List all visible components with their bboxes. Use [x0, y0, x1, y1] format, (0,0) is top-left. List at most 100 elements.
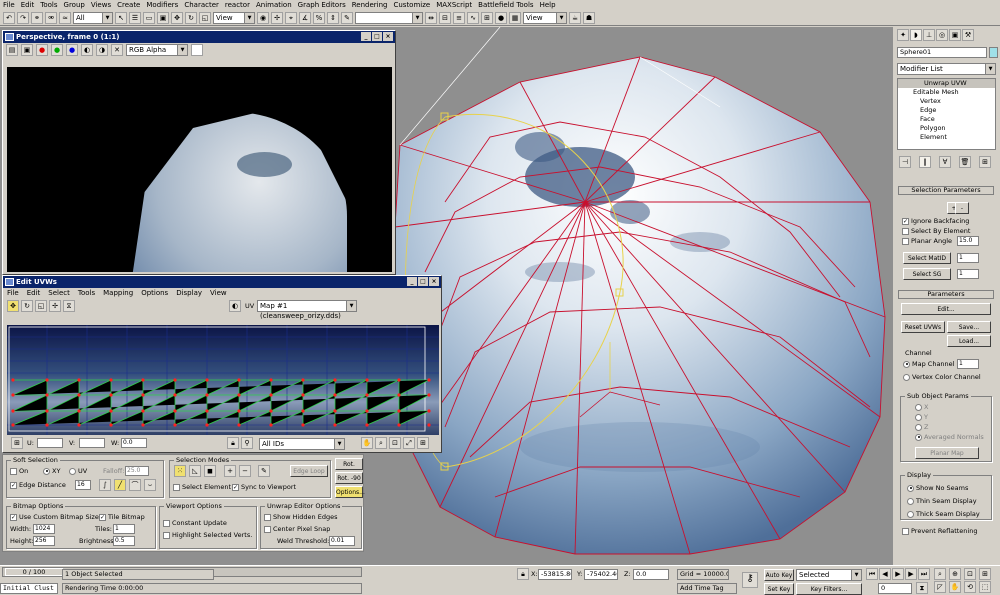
select-by-name-icon[interactable]: ☰ [129, 11, 141, 24]
ref-coord-system-select[interactable]: View [213, 11, 255, 24]
perspective-viewport[interactable]: Perspective, frame 0 (1:1) _ □ × ▤ ▣ ● ●… [0, 27, 893, 565]
rotate-icon[interactable]: ↻ [21, 300, 33, 312]
undo-icon[interactable]: ↶ [3, 11, 15, 24]
menu-modifiers[interactable]: Modifiers [143, 1, 181, 9]
pin-stack-icon[interactable]: ⊣ [899, 156, 911, 168]
uvw-menu-options[interactable]: Options [137, 289, 172, 297]
shrink-selection-button[interactable]: - [955, 202, 969, 214]
zoom-region-icon[interactable]: ⊡ [389, 437, 401, 449]
z-radio[interactable]: Z [915, 423, 928, 431]
play-icon[interactable]: ▶ [892, 568, 904, 580]
menu-customize[interactable]: Customize [390, 1, 433, 9]
rect-selection-icon[interactable]: ▭ [143, 11, 155, 24]
select-scale-icon[interactable]: ◱ [199, 11, 211, 24]
load-button[interactable]: Load... [947, 335, 991, 347]
expand-selection-icon[interactable]: + [224, 465, 236, 477]
field-of-view-icon[interactable]: ◸ [934, 581, 946, 593]
unlink-icon[interactable]: ⚮ [45, 11, 57, 24]
material-editor-icon[interactable]: ● [495, 11, 507, 24]
add-time-tag[interactable]: Add Time Tag [677, 583, 737, 594]
constant-update-checkbox[interactable]: Constant Update [163, 519, 227, 527]
object-name-field[interactable]: Sphere01 [897, 47, 987, 58]
selection-filter-select[interactable]: All [73, 11, 113, 24]
select-element-checkbox[interactable]: Select Element [173, 483, 231, 491]
save-button[interactable]: Save... [947, 321, 991, 333]
center-pixel-snap-checkbox[interactable]: Center Pixel Snap [264, 525, 330, 533]
configure-sets-icon[interactable]: ⊞ [979, 156, 991, 168]
thin-seam-display-radio[interactable]: Thin Seam Display [907, 497, 977, 505]
matid-field[interactable]: 1 [957, 253, 979, 263]
snaps-toggle-icon[interactable]: ⌖ [285, 11, 297, 24]
menu-maxscript[interactable]: MAXScript [433, 1, 475, 9]
uvw-menu-mapping[interactable]: Mapping [99, 289, 137, 297]
uvw-menu-display[interactable]: Display [172, 289, 206, 297]
paint-select-icon[interactable]: ✎ [258, 465, 270, 477]
manipulate-icon[interactable]: ✢ [271, 11, 283, 24]
freeform-icon[interactable]: ✢ [49, 300, 61, 312]
color-swatch[interactable] [191, 44, 203, 56]
mirror-icon[interactable]: ⇹ [425, 11, 437, 24]
xy-radio[interactable]: XY [43, 467, 60, 475]
falloff-fast-icon[interactable]: ⌣ [144, 479, 156, 491]
schematic-view-icon[interactable]: ⊞ [481, 11, 493, 24]
go-to-end-icon[interactable]: ⏭ [918, 568, 930, 580]
menu-views[interactable]: Views [88, 1, 114, 9]
select-rotate-icon[interactable]: ↻ [185, 11, 197, 24]
stack-item-polygon[interactable]: Polygon [898, 124, 995, 133]
edge-distance-checkbox[interactable]: ✓ Edge Distance [10, 481, 66, 489]
key-icon[interactable]: ⚷ [742, 572, 758, 588]
pin-icon[interactable]: ⚲ [241, 437, 253, 449]
x-radio[interactable]: X [915, 403, 928, 411]
map-select[interactable]: Map #1 (cleansweep_orizy.dds) [257, 300, 357, 320]
select-sg-button[interactable]: Select SG [903, 268, 951, 280]
modifier-list-select[interactable]: Modifier List [897, 63, 996, 75]
edit-button[interactable]: Edit... [901, 303, 991, 315]
prevent-reflattening-checkbox[interactable]: Prevent Reflattening [902, 527, 977, 535]
maxscript-listener[interactable]: Initial Clust [0, 583, 58, 594]
v-field[interactable] [79, 438, 105, 448]
highlight-selected-checkbox[interactable]: Highlight Selected Verts. [163, 531, 252, 539]
layer-manager-icon[interactable]: ≡ [453, 11, 465, 24]
make-unique-icon[interactable]: ∀ [939, 156, 951, 168]
rot-plus-90-button[interactable]: Rot. +90 [335, 458, 363, 479]
planar-angle-field[interactable]: 15.0 [957, 236, 979, 246]
redo-icon[interactable]: ↷ [17, 11, 29, 24]
red-channel-icon[interactable]: ● [36, 44, 48, 56]
menu-edit[interactable]: Edit [18, 1, 38, 9]
close-icon[interactable]: × [383, 32, 393, 41]
menu-reactor[interactable]: reactor [222, 1, 253, 9]
map-channel-radio[interactable]: Map Channel [903, 360, 954, 368]
object-color-swatch[interactable] [989, 47, 998, 58]
stack-item-unwrap-uvw[interactable]: Unwrap UVW [898, 79, 995, 88]
averaged-normals-radio[interactable]: Averaged Normals [915, 433, 984, 441]
pan-icon[interactable]: ✋ [361, 437, 373, 449]
orbit-icon[interactable]: ⟲ [964, 581, 976, 593]
map-channel-field[interactable]: 1 [957, 359, 979, 369]
bitmap-height-field[interactable]: 256 [33, 536, 55, 546]
w-field[interactable]: 0.0 [121, 438, 147, 448]
stack-item-element[interactable]: Element [898, 133, 995, 142]
ignore-backfacing-checkbox[interactable]: ✓ Ignore Backfacing [902, 217, 969, 225]
x-coord-field[interactable]: -53815.801 [538, 569, 572, 580]
uv-radio[interactable]: UV [69, 467, 87, 475]
show-hidden-edges-checkbox[interactable]: Show Hidden Edges [264, 513, 337, 521]
create-tab-icon[interactable]: ✦ [897, 29, 909, 41]
minimize-icon[interactable]: _ [361, 32, 371, 41]
hierarchy-tab-icon[interactable]: ⊥ [923, 29, 935, 41]
maximize-viewport-icon[interactable]: ⬚ [979, 581, 991, 593]
display-channel-select[interactable]: RGB Alpha [126, 44, 188, 56]
auto-key-button[interactable]: Auto Key [764, 569, 794, 581]
select-by-element-checkbox[interactable]: Select By Element [902, 227, 970, 235]
menu-animation[interactable]: Animation [253, 1, 295, 9]
link-icon[interactable]: ⚭ [31, 11, 43, 24]
monochrome-icon[interactable]: ◑ [96, 44, 108, 56]
tiles-field[interactable]: 1 [113, 524, 135, 534]
pan-icon[interactable]: ✋ [949, 581, 961, 593]
show-end-result-icon[interactable]: ‖ [919, 156, 931, 168]
menu-character[interactable]: Character [181, 1, 222, 9]
blue-channel-icon[interactable]: ● [66, 44, 78, 56]
planar-angle-checkbox[interactable]: Planar Angle [902, 237, 952, 245]
clone-window-icon[interactable]: ▣ [21, 44, 33, 56]
named-selection-select[interactable] [355, 11, 423, 24]
scale-icon[interactable]: ◱ [35, 300, 47, 312]
